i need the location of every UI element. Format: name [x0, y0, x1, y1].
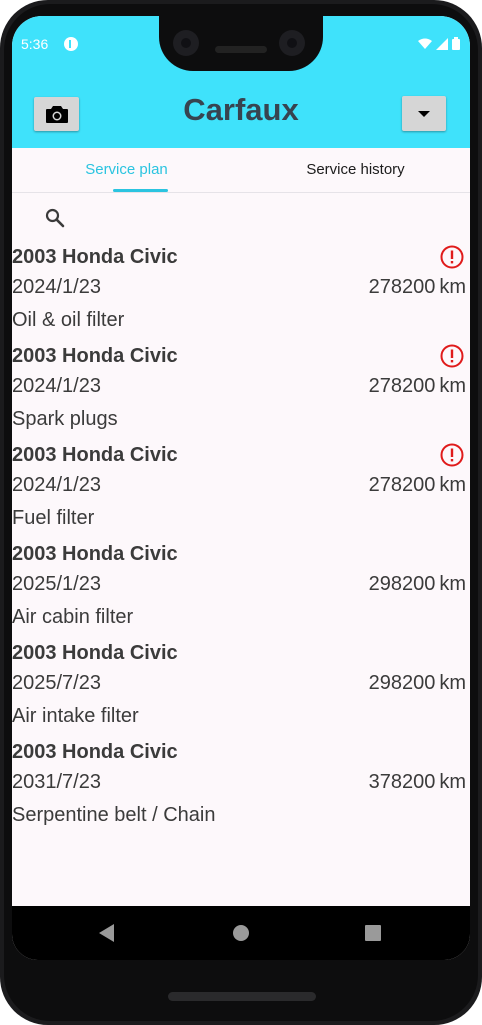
service-date: 2024/1/23 — [12, 375, 101, 397]
status-time: 5:36 — [21, 36, 49, 52]
service-task: Air cabin filter — [12, 606, 134, 628]
recents-icon[interactable] — [364, 923, 382, 943]
search-icon — [45, 208, 65, 228]
service-list: 2003 Honda Civic 2024/1/23 278200 km Oil & … — [12, 244, 470, 838]
front-camera — [173, 30, 199, 56]
camera-notch — [159, 16, 323, 71]
exclamation-circle-icon — [440, 443, 464, 467]
service-date: 2031/7/23 — [12, 771, 101, 793]
app-screen: 5:36 Carfaux Service plan Service histor… — [12, 16, 470, 960]
service-date: 2025/7/23 — [12, 672, 101, 694]
service-item[interactable]: 2003 Honda Civic 2024/1/23 278200 km Fuel f… — [12, 442, 470, 541]
search-button[interactable] — [43, 206, 67, 230]
menu-dropdown-button[interactable] — [402, 96, 446, 131]
service-mileage: 278200 km — [368, 276, 466, 298]
exclamation-circle-icon — [440, 245, 464, 269]
service-vehicle: 2003 Honda Civic — [12, 246, 178, 268]
service-mileage: 378200 km — [368, 771, 466, 793]
service-mileage: 298200 km — [368, 573, 466, 595]
notification-icon — [64, 37, 78, 51]
service-date: 2024/1/23 — [12, 276, 101, 298]
caret-down-icon — [418, 110, 430, 117]
service-task: Fuel filter — [12, 507, 95, 529]
service-item[interactable]: 2003 Honda Civic 2025/7/23 298200 km Air in… — [12, 640, 470, 739]
service-date: 2025/1/23 — [12, 573, 101, 595]
tab-service-history[interactable]: Service history — [241, 148, 470, 192]
service-vehicle: 2003 Honda Civic — [12, 543, 178, 565]
status-icons — [418, 37, 460, 50]
service-item[interactable]: 2003 Honda Civic 2024/1/23 278200 km Spark … — [12, 343, 470, 442]
service-task: Oil & oil filter — [12, 309, 125, 331]
battery-icon — [452, 37, 460, 50]
earpiece — [215, 46, 267, 53]
service-item[interactable]: 2003 Honda Civic 2024/1/23 278200 km Oil & … — [12, 244, 470, 343]
service-vehicle: 2003 Honda Civic — [12, 345, 178, 367]
service-mileage: 278200 km — [368, 375, 466, 397]
bottom-speaker — [168, 992, 316, 1001]
wifi-icon — [418, 38, 432, 49]
service-date: 2024/1/23 — [12, 474, 101, 496]
service-mileage: 298200 km — [368, 672, 466, 694]
exclamation-circle-icon — [440, 344, 464, 368]
service-vehicle: 2003 Honda Civic — [12, 444, 178, 466]
android-nav-bar — [12, 906, 470, 960]
service-mileage: 278200 km — [368, 474, 466, 496]
service-vehicle: 2003 Honda Civic — [12, 741, 178, 763]
front-sensor — [279, 30, 305, 56]
signal-icon — [436, 37, 448, 50]
service-item[interactable]: 2003 Honda Civic 2031/7/23 378200 km Serpen… — [12, 739, 470, 838]
service-item[interactable]: 2003 Honda Civic 2025/1/23 298200 km Air ca… — [12, 541, 470, 640]
back-icon[interactable] — [98, 923, 116, 943]
service-task: Serpentine belt / Chain — [12, 804, 216, 826]
service-task: Air intake filter — [12, 705, 139, 727]
tab-service-plan[interactable]: Service plan — [12, 148, 241, 192]
tab-bar: Service plan Service history — [12, 148, 470, 193]
active-tab-indicator — [113, 189, 168, 192]
service-vehicle: 2003 Honda Civic — [12, 642, 178, 664]
home-icon[interactable] — [232, 923, 250, 943]
service-task: Spark plugs — [12, 408, 118, 430]
